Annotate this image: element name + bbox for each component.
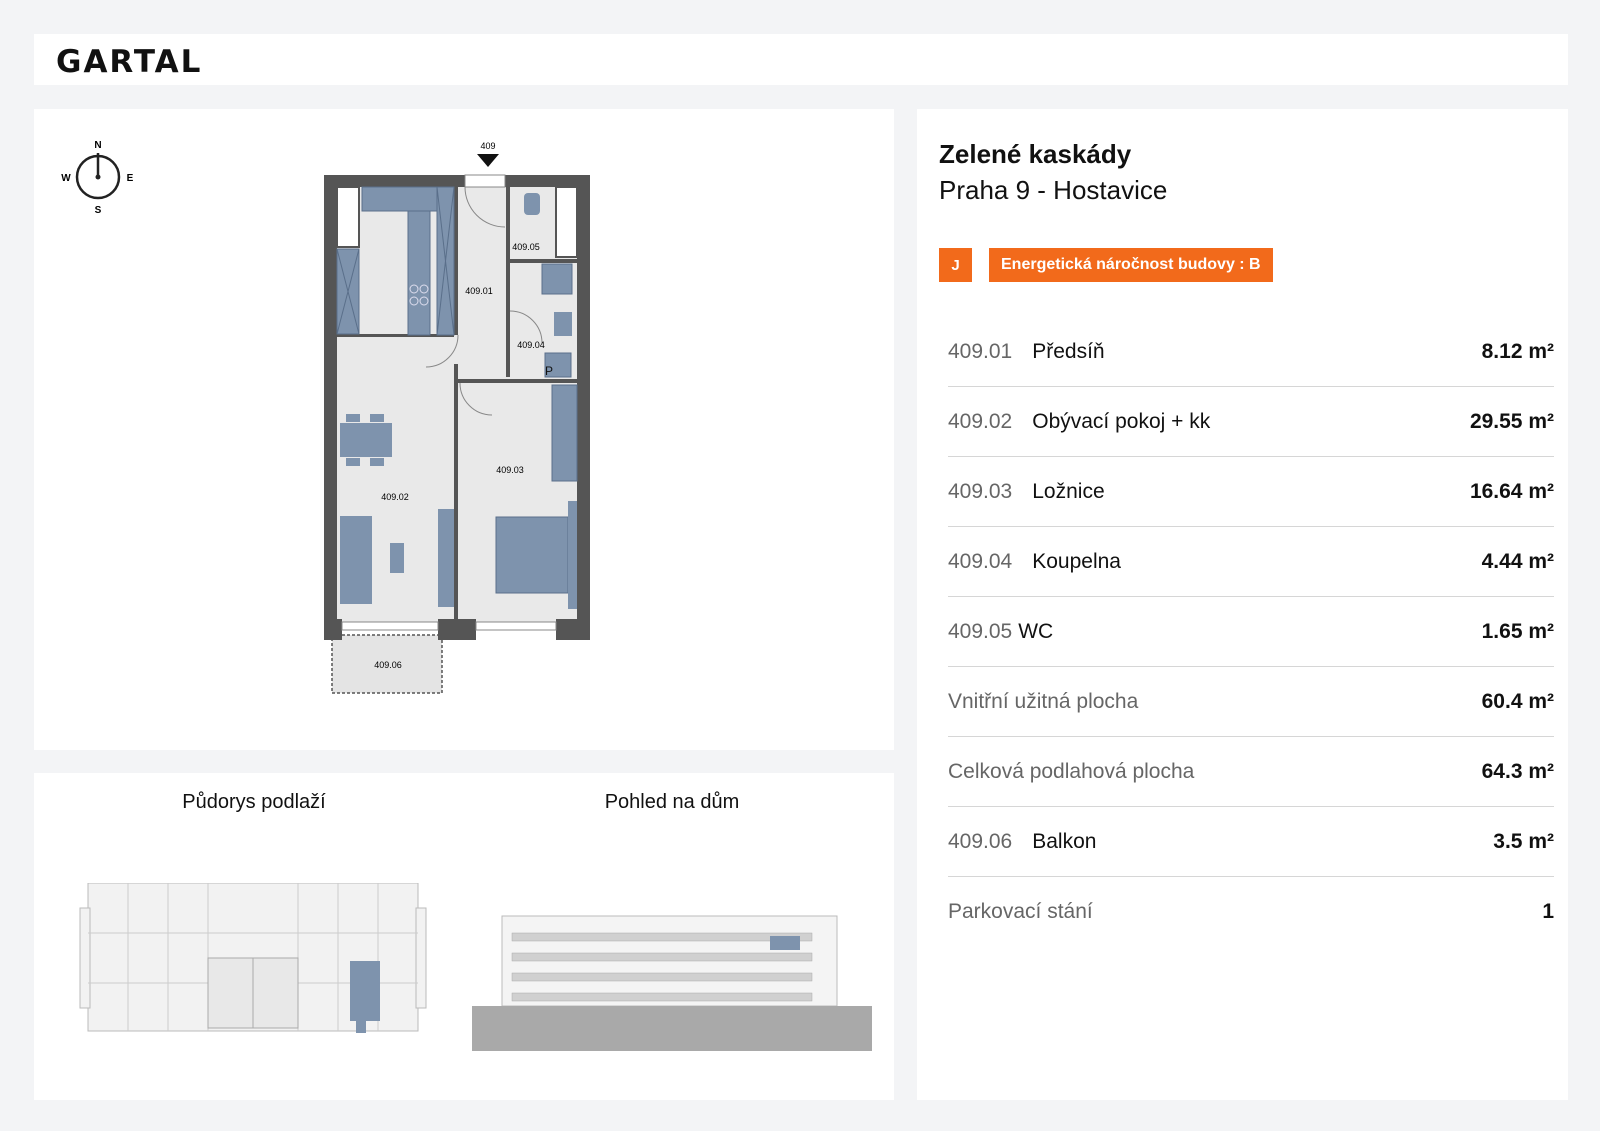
room-code: 409.05 [948,619,1013,643]
room-label-0901: 409.01 [465,286,493,296]
apartment-floor-plan: 409 P 409.01 409.02 409.03 409.04 409.05… [324,141,590,694]
room-code: 409.01 [948,339,1013,363]
room-label-0904: 409.04 [517,340,545,350]
floor-plan-panel: N S W E 409 P 409.01 409.02 409.03 409.0… [34,109,894,750]
total-label: Vnitřní užitná plocha [948,689,1139,713]
orientation-badge: J [939,248,972,282]
header-bar: GARTAL [34,34,1568,85]
room-row: 409.01 Předsíň 8.12 m² [948,317,1554,387]
room-row: 409.03 Ložnice 16.64 m² [948,457,1554,527]
entrance-arrow-icon [477,154,499,167]
room-label-0905: 409.05 [512,242,540,252]
total-area: 64.3 m² [1481,759,1554,783]
room-label-0902: 409.02 [381,492,409,502]
floor-view-title: Půdorys podlaží [182,791,326,813]
room-name: Balkon [1032,829,1097,853]
room-area: 16.64 m² [1469,479,1554,503]
room-name: Koupelna [1032,549,1121,573]
room-area: 29.55 m² [1469,409,1554,433]
gartal-logo[interactable]: GARTAL [56,44,202,80]
room-area-list: 409.01 Předsíň 8.12 m² 409.02 Obývací po… [948,317,1554,946]
total-row: Celková podlahová plocha 64.3 m² [948,737,1554,807]
room-name: Obývací pokoj + kk [1032,409,1211,433]
views-panel: Půdorys podlaží Pohled na dům [34,773,894,1100]
apartment-info-panel: Zelené kaskády Praha 9 - Hostavice J Ene… [917,109,1568,1100]
room-name: Ložnice [1032,479,1105,503]
parking-row: Parkovací stání 1 [948,877,1554,946]
parking-value: 1 [1542,899,1554,923]
parking-mark: P [545,364,553,378]
house-view-title: Pohled na dům [604,791,740,813]
room-label-0906: 409.06 [374,660,402,670]
project-location: Praha 9 - Hostavice [939,175,1168,205]
room-row: 409.05 WC 1.65 m² [948,597,1554,667]
balcony-row: 409.06 Balkon 3.5 m² [948,807,1554,877]
room-label-0903: 409.03 [496,465,524,475]
room-area: 3.5 m² [1493,829,1554,853]
room-row: 409.02 Obývací pokoj + kk 29.55 m² [948,387,1554,457]
parking-label: Parkovací stání [948,899,1093,923]
total-label: Celková podlahová plocha [948,759,1195,783]
building-floor-plan-thumbnail[interactable] [78,883,428,1043]
total-area: 60.4 m² [1481,689,1554,713]
room-area: 8.12 m² [1481,339,1554,363]
room-code: 409.02 [948,409,1013,433]
house-elevation-thumbnail[interactable] [472,908,872,1053]
entrance-label: 409 [480,141,495,151]
room-name: WC [1018,619,1054,643]
room-name: Předsíň [1032,339,1105,363]
room-code: 409.03 [948,479,1013,503]
room-code: 409.04 [948,549,1013,573]
room-row: 409.04 Koupelna 4.44 m² [948,527,1554,597]
total-row: Vnitřní užitná plocha 60.4 m² [948,667,1554,737]
room-code: 409.06 [948,829,1013,853]
project-name: Zelené kaskády [939,139,1132,169]
energy-rating-badge: Energetická náročnost budovy : B [989,248,1273,282]
room-area: 4.44 m² [1481,549,1554,573]
room-area: 1.65 m² [1481,619,1554,643]
